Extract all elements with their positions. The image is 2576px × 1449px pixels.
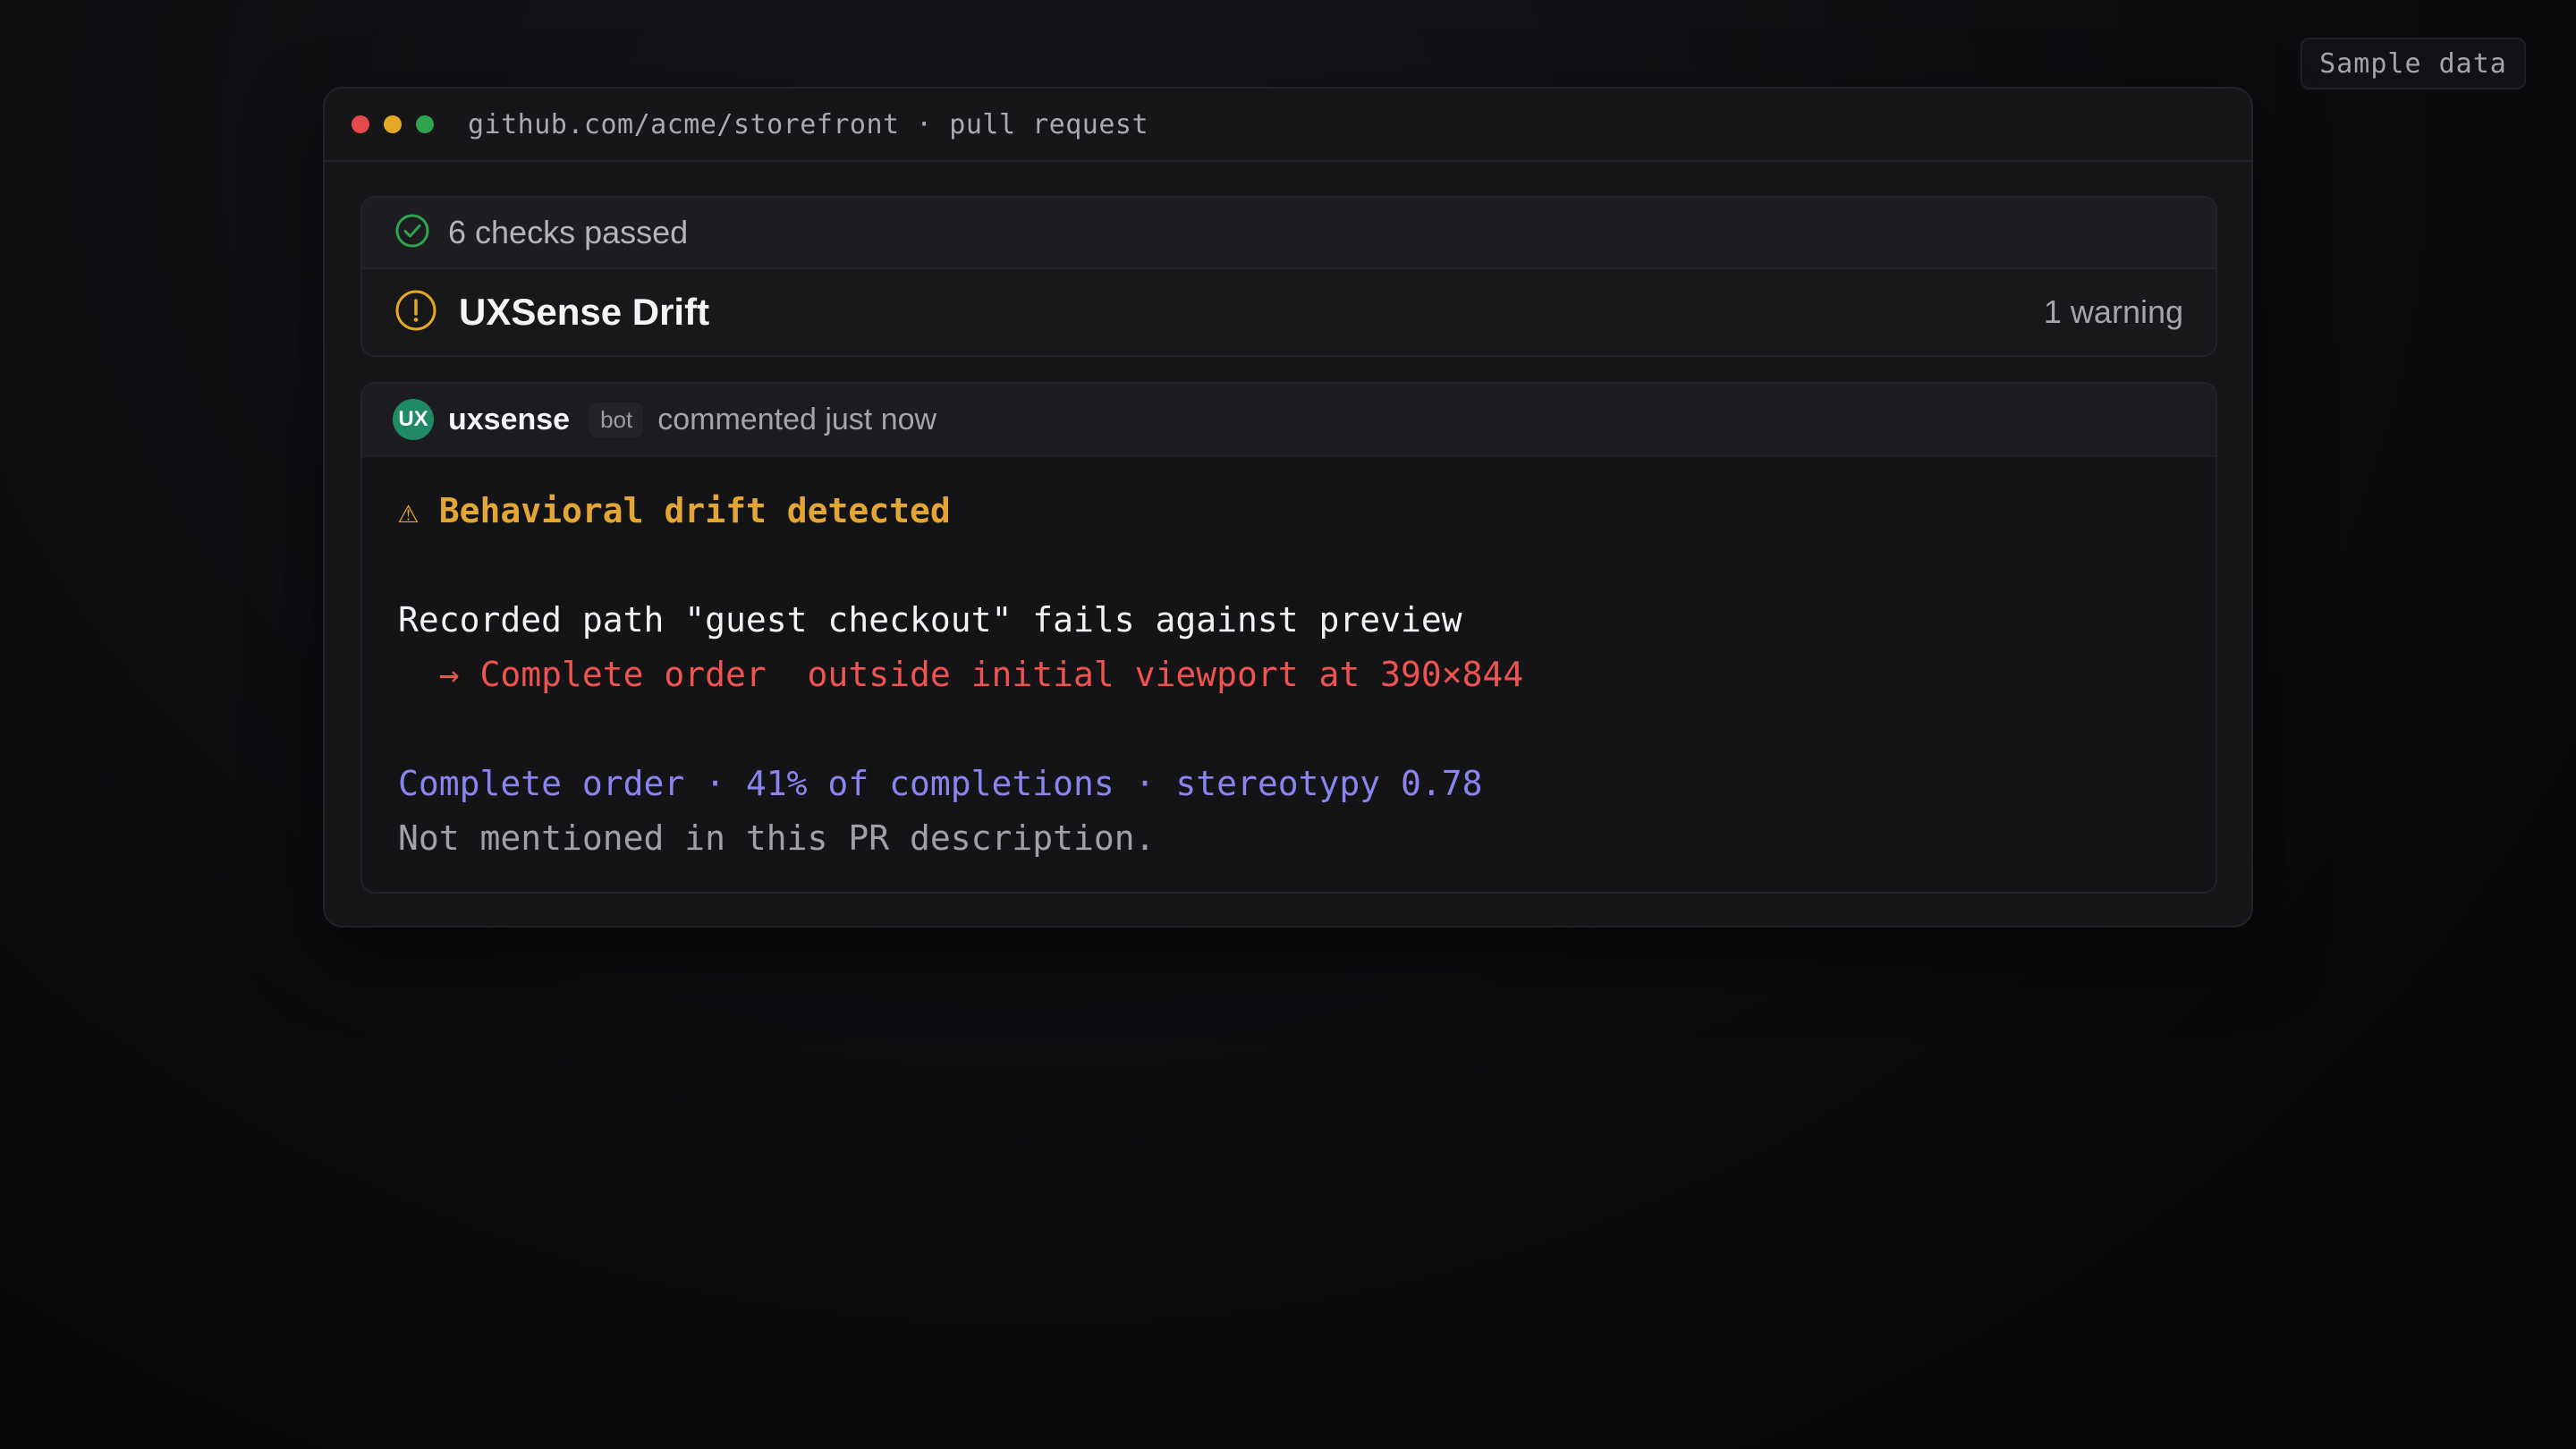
- minimize-window-dot[interactable]: [384, 115, 402, 133]
- warning-count: 1 warning: [2043, 293, 2183, 330]
- comment-body: ⚠ Behavioral drift detected Recorded pat…: [362, 457, 2216, 892]
- drift-heading: ⚠ Behavioral drift detected: [398, 484, 2180, 538]
- comment-header: UX uxsense bot commented just now: [362, 384, 2216, 457]
- checks-passed-label: 6 checks passed: [448, 214, 689, 250]
- checks-passed-row[interactable]: 6 checks passed: [362, 198, 2216, 269]
- sample-data-badge: Sample data: [2301, 38, 2526, 89]
- browser-window: github.com/acme/storefront · pull reques…: [323, 87, 2253, 928]
- drift-check-row[interactable]: UXSense Drift 1 warning: [362, 269, 2216, 355]
- bot-comment-card: UX uxsense bot commented just now ⚠ Beha…: [360, 382, 2217, 894]
- pr-note-line: Not mentioned in this PR description.: [398, 818, 1156, 858]
- checks-summary-card: 6 checks passed UXSense Drift 1 warning: [360, 196, 2217, 357]
- comment-author[interactable]: uxsense: [448, 402, 570, 437]
- window-url: github.com/acme/storefront · pull reques…: [468, 108, 1149, 140]
- failure-detail-line: → Complete order outside initial viewpor…: [398, 655, 1524, 694]
- drift-heading-text: Behavioral drift detected: [438, 491, 951, 530]
- drift-check-title: UXSense Drift: [459, 291, 710, 333]
- window-titlebar: github.com/acme/storefront · pull reques…: [325, 89, 2251, 162]
- bot-badge: bot: [589, 402, 644, 437]
- check-circle-icon: [394, 213, 430, 253]
- comment-timestamp: commented just now: [657, 402, 937, 436]
- warning-triangle-icon: ⚠: [398, 491, 419, 530]
- warning-circle-icon: [394, 289, 437, 336]
- maximize-window-dot[interactable]: [416, 115, 434, 133]
- close-window-dot[interactable]: [352, 115, 369, 133]
- recorded-path-line: Recorded path "guest checkout" fails aga…: [398, 600, 1462, 640]
- element-stats-line: Complete order · 41% of completions · st…: [398, 764, 1483, 803]
- avatar[interactable]: UX: [393, 399, 434, 440]
